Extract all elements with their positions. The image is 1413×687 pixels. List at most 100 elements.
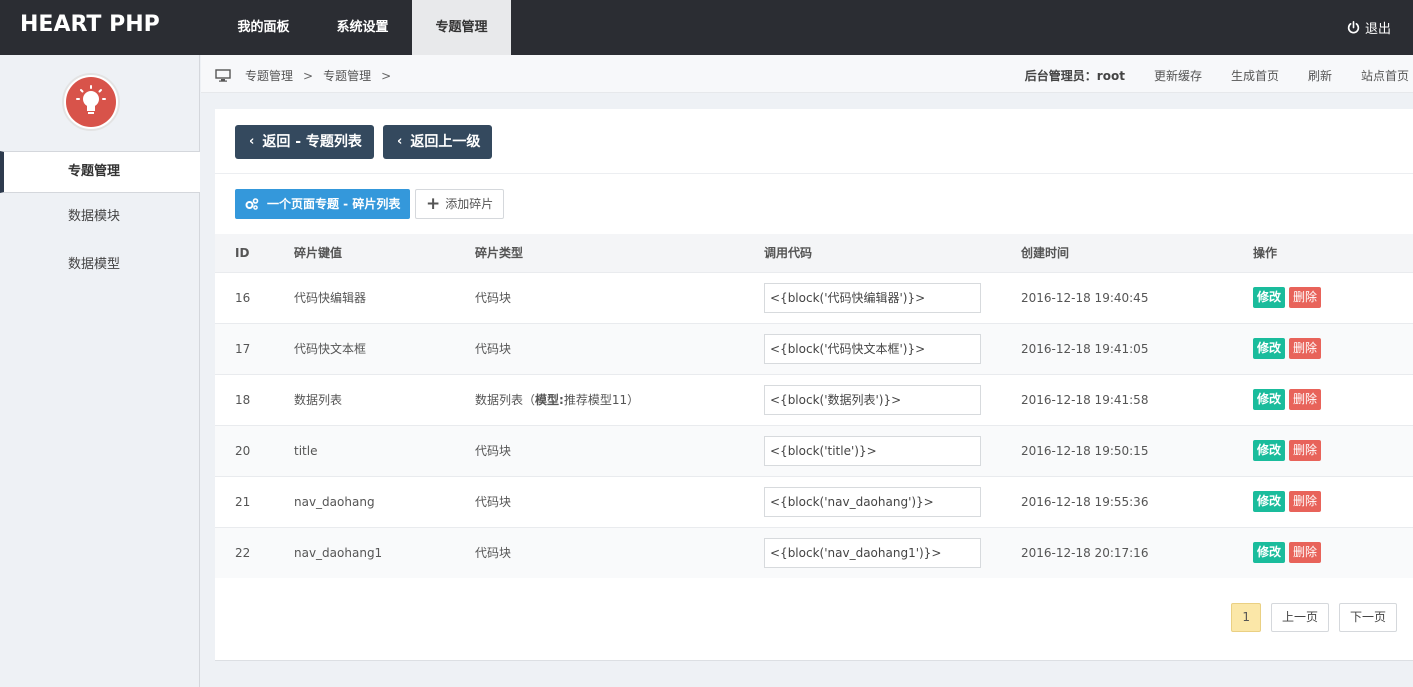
edit-button[interactable]: 修改	[1253, 440, 1286, 461]
table-row: 22 nav_daohang1 代码块 2016-12-18 20:17:16 …	[215, 527, 1413, 578]
table-header-row: ID 碎片键值 碎片类型 调用代码 创建时间 操作	[215, 234, 1413, 272]
admin-label: 后台管理员：root	[1024, 69, 1125, 83]
column-header-code[interactable]: 调用代码	[764, 234, 1021, 272]
side-menu: 专题管理 数据模块 数据模型	[0, 151, 200, 289]
refresh-link[interactable]: 刷新	[1308, 67, 1332, 84]
back-to-list-label: 返回 - 专题列表	[262, 134, 362, 150]
row-id: 16	[235, 290, 251, 305]
update-cache-link[interactable]: 更新缓存	[1154, 67, 1202, 84]
lightbulb-icon	[66, 77, 116, 127]
row-type: 代码块	[475, 546, 512, 561]
row-key: 数据列表	[294, 393, 343, 407]
row-time: 2016-12-18 19:41:05	[1021, 341, 1149, 356]
row-type: 代码块	[475, 342, 512, 356]
table-row: 20 title 代码块 2016-12-18 19:50:15 修改删除	[215, 425, 1413, 476]
row-id: 22	[235, 545, 251, 560]
top-nav-settings[interactable]: 系统设置	[313, 0, 412, 55]
row-key: title	[294, 443, 318, 458]
sidebar-item-topics[interactable]: 专题管理	[0, 151, 200, 193]
column-header-key[interactable]: 碎片键值	[294, 234, 475, 272]
sidebar-item-data-models[interactable]: 数据模型	[0, 241, 200, 289]
top-navbar: HEART PHP 我的面板 系统设置 专题管理 退出	[0, 0, 1413, 55]
delete-button[interactable]: 删除	[1289, 287, 1322, 308]
header-links: 后台管理员：root 更新缓存 生成首页 刷新 站点首页	[1025, 67, 1409, 84]
code-field[interactable]	[764, 435, 981, 466]
pagination: 1 上一页 下一页	[1231, 603, 1397, 632]
row-id: 18	[235, 392, 251, 407]
avatar	[62, 73, 120, 131]
table-row: 17 代码快文本框 代码块 2016-12-18 19:41:05 修改删除	[215, 323, 1413, 374]
page-current[interactable]: 1	[1231, 603, 1261, 632]
table-row: 16 代码快编辑器 代码块 2016-12-18 19:40:45 修改删除	[215, 272, 1413, 323]
breadcrumb-item-1[interactable]: 专题管理	[245, 67, 293, 84]
row-key: nav_daohang1	[294, 545, 383, 560]
row-type: 代码块	[475, 495, 512, 509]
cogs-icon	[245, 198, 259, 210]
row-time: 2016-12-18 19:40:45	[1021, 290, 1149, 305]
row-id: 20	[235, 443, 251, 458]
back-to-list-button[interactable]: ‹ 返回 - 专题列表	[235, 125, 374, 159]
delete-button[interactable]: 删除	[1289, 440, 1322, 461]
column-header-actions: 操作	[1253, 246, 1278, 261]
row-time: 2016-12-18 19:50:15	[1021, 443, 1149, 458]
delete-button[interactable]: 删除	[1289, 389, 1322, 410]
row-key: nav_daohang	[294, 494, 375, 509]
breadcrumb: 专题管理 > 专题管理 >	[215, 67, 393, 84]
top-nav-dashboard[interactable]: 我的面板	[214, 0, 313, 55]
column-header-type[interactable]: 碎片类型	[475, 234, 764, 272]
edit-button[interactable]: 修改	[1253, 338, 1286, 359]
code-field[interactable]	[764, 333, 981, 364]
logout-label: 退出	[1364, 22, 1391, 37]
code-field[interactable]	[764, 384, 981, 415]
top-nav-topics[interactable]: 专题管理	[412, 0, 511, 55]
edit-button[interactable]: 修改	[1253, 287, 1286, 308]
plus-icon: +	[426, 194, 441, 214]
row-type-model-label: 模型:	[535, 393, 564, 407]
chevron-left-icon: ‹	[249, 134, 255, 149]
edit-button[interactable]: 修改	[1253, 389, 1286, 410]
site-home-link[interactable]: 站点首页	[1361, 67, 1409, 84]
breadcrumb-item-2[interactable]: 专题管理	[323, 67, 371, 84]
table-row: 21 nav_daohang 代码块 2016-12-18 19:55:36 修…	[215, 476, 1413, 527]
column-header-id[interactable]: ID	[215, 234, 294, 272]
fragment-list-button[interactable]: 一个页面专题 - 碎片列表	[235, 189, 411, 219]
row-type-text: 数据列表（	[475, 393, 536, 407]
row-id: 21	[235, 494, 251, 509]
delete-button[interactable]: 删除	[1289, 542, 1322, 564]
chevron-left-icon: ‹	[397, 134, 403, 149]
add-fragment-button[interactable]: + 添加碎片	[415, 189, 505, 219]
add-fragment-label: 添加碎片	[445, 197, 494, 211]
code-field[interactable]	[764, 282, 981, 313]
column-header-time[interactable]: 创建时间	[1021, 234, 1253, 272]
row-type: 代码块	[475, 444, 512, 458]
sidebar-item-data-modules[interactable]: 数据模块	[0, 193, 200, 241]
row-type: 数据列表（模型:推荐模型11）	[475, 374, 764, 425]
table-row: 18 数据列表 数据列表（模型:推荐模型11） 2016-12-18 19:41…	[215, 374, 1413, 425]
edit-button[interactable]: 修改	[1253, 491, 1286, 512]
generate-home-link[interactable]: 生成首页	[1231, 67, 1279, 84]
prev-page-button[interactable]: 上一页	[1270, 603, 1329, 632]
row-type: 代码块	[475, 291, 512, 305]
breadcrumb-separator: >	[381, 68, 392, 83]
row-id: 17	[235, 341, 251, 356]
row-type-model-value: 推荐模型11）	[563, 393, 640, 407]
code-field[interactable]	[764, 486, 981, 517]
row-time: 2016-12-18 19:41:58	[1021, 392, 1149, 407]
monitor-icon	[215, 69, 231, 82]
logout-button[interactable]: 退出	[1347, 18, 1391, 37]
next-page-button[interactable]: 下一页	[1338, 603, 1397, 632]
edit-button[interactable]: 修改	[1253, 542, 1286, 564]
fragment-table: ID 碎片键值 碎片类型 调用代码 创建时间 操作 16 代码快编辑器 代码块 …	[215, 234, 1413, 578]
back-up-button[interactable]: ‹ 返回上一级	[383, 125, 493, 159]
app-logo[interactable]: HEART PHP	[20, 12, 160, 37]
delete-button[interactable]: 删除	[1289, 338, 1322, 359]
row-key: 代码快编辑器	[294, 291, 367, 305]
top-nav: 我的面板 系统设置 专题管理	[214, 0, 511, 55]
sidebar: 专题管理 数据模块 数据模型	[0, 55, 200, 687]
code-field[interactable]	[764, 537, 981, 568]
fragment-list-label: 一个页面专题 - 碎片列表	[267, 197, 401, 211]
content-panel: ‹ 返回 - 专题列表 ‹ 返回上一级 一个页面专题 - 碎片列表 + 添加碎片…	[215, 109, 1413, 661]
delete-button[interactable]: 删除	[1289, 491, 1322, 512]
breadcrumb-bar: 专题管理 > 专题管理 > 后台管理员：root 更新缓存 生成首页 刷新 站点…	[201, 55, 1413, 93]
power-icon	[1347, 21, 1360, 34]
